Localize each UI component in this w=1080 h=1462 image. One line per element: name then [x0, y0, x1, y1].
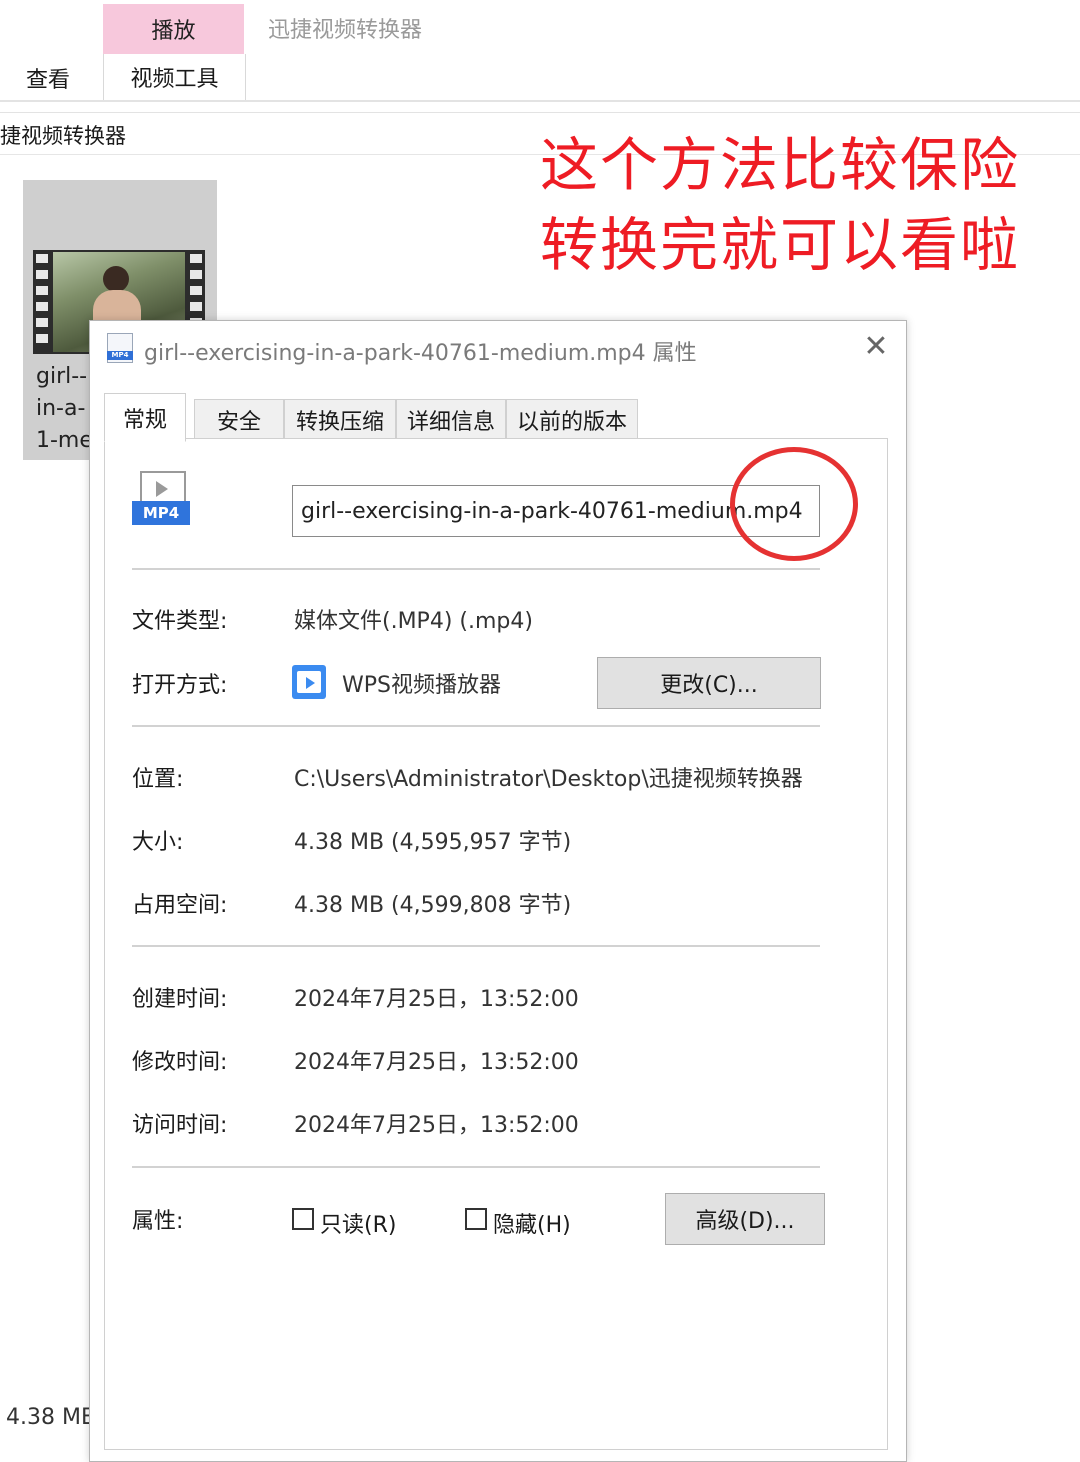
size-value: 4.38 MB (4,595,957 字节) — [294, 830, 572, 855]
readonly-label[interactable]: 只读(R) — [320, 1207, 396, 1239]
divider — [132, 568, 820, 570]
size-on-disk-label: 占用空间: — [132, 893, 228, 918]
modified-label: 修改时间: — [132, 1050, 228, 1075]
status-bar-size: 4.38 ME — [6, 1405, 95, 1430]
tab-previous-versions[interactable]: 以前的版本 — [506, 399, 638, 441]
mp4-file-icon: MP4 — [132, 471, 190, 527]
file-tile-name-line: in-a- — [36, 396, 86, 421]
tab-details[interactable]: 详细信息 — [396, 399, 506, 441]
extension-highlight-circle — [730, 447, 858, 561]
divider — [132, 945, 820, 947]
readonly-checkbox[interactable] — [292, 1208, 314, 1230]
hidden-label[interactable]: 隐藏(H) — [493, 1207, 571, 1239]
ribbon-divider — [0, 100, 1080, 102]
file-type-value: 媒体文件(.MP4) (.mp4) — [294, 609, 533, 634]
address-bar-top-divider — [0, 112, 1080, 113]
ribbon-tab-play[interactable]: 播放 — [103, 4, 244, 54]
location-label: 位置: — [132, 767, 184, 792]
divider — [132, 725, 820, 727]
tab-convert-compress[interactable]: 转换压缩 — [284, 399, 396, 441]
tab-strip: 常规 安全 转换压缩 详细信息 以前的版本 — [104, 393, 644, 442]
ribbon-tab-view[interactable]: 查看 — [26, 62, 70, 94]
open-with-value: WPS视频播放器 — [342, 673, 501, 698]
file-tile-name-line: 1-me — [36, 428, 93, 453]
hidden-checkbox[interactable] — [465, 1208, 487, 1230]
mp4-badge: MP4 — [132, 501, 190, 525]
size-on-disk-value: 4.38 MB (4,599,808 字节) — [294, 893, 572, 918]
created-label: 创建时间: — [132, 987, 228, 1012]
tab-security[interactable]: 安全 — [194, 399, 284, 441]
mp4-file-icon: MP4 — [107, 333, 133, 363]
file-type-label: 文件类型: — [132, 609, 228, 634]
video-player-icon — [292, 665, 326, 699]
modified-value: 2024年7月25日，13:52:00 — [294, 1050, 579, 1075]
close-icon[interactable]: ✕ — [858, 329, 894, 365]
dialog-title: girl--exercising-in-a-park-40761-medium.… — [144, 341, 697, 366]
file-tile-name-line: girl-- — [36, 364, 88, 389]
window-title: 迅捷视频转换器 — [268, 18, 423, 43]
accessed-label: 访问时间: — [132, 1113, 228, 1138]
accessed-value: 2024年7月25日，13:52:00 — [294, 1113, 579, 1138]
attributes-label: 属性: — [132, 1209, 184, 1234]
change-button[interactable]: 更改(C)... — [597, 657, 821, 709]
annotation-line-1: 这个方法比较保险 — [540, 131, 1021, 199]
ribbon-tab-video-tools[interactable]: 视频工具 — [103, 54, 246, 100]
location-value: C:\Users\Administrator\Desktop\迅捷视频转换器 — [294, 767, 803, 792]
tab-general[interactable]: 常规 — [104, 393, 186, 442]
address-bar-path[interactable]: 捷视频转换器 — [0, 120, 126, 150]
general-tab-panel — [104, 438, 888, 1450]
mp4-badge: MP4 — [107, 351, 133, 360]
advanced-button[interactable]: 高级(D)... — [665, 1193, 825, 1245]
annotation-line-2: 转换完就可以看啦 — [540, 211, 1021, 279]
size-label: 大小: — [132, 830, 184, 855]
divider — [132, 1166, 820, 1168]
created-value: 2024年7月25日，13:52:00 — [294, 987, 579, 1012]
open-with-label: 打开方式: — [132, 673, 228, 698]
